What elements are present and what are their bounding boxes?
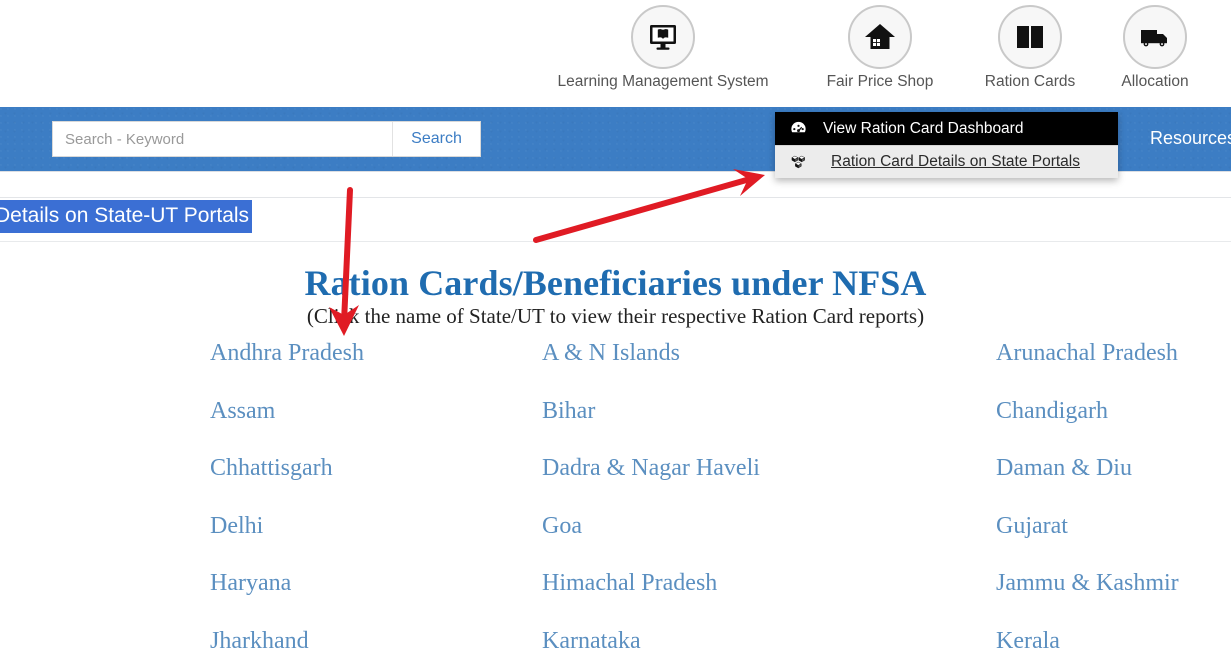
- state-link[interactable]: Chandigarh: [996, 398, 1108, 425]
- top-icon-bar: Learning Management System Fair Price Sh…: [0, 0, 1231, 107]
- table-row: Haryana Himachal Pradesh Jammu & Kashmir: [0, 570, 1231, 628]
- ration-cards-dropdown-menu: View Ration Card Dashboard Ration Card D…: [775, 112, 1118, 178]
- table-row: Jharkhand Karnataka Kerala: [0, 628, 1231, 668]
- monitor-book-icon: [631, 5, 695, 69]
- divider: [0, 197, 1231, 198]
- nav-item-home[interactable]: Home: [0, 20, 29, 42]
- topnav-item-learning-management-system[interactable]: Learning Management System: [543, 5, 783, 91]
- top-icon-list: Learning Management System Fair Price Sh…: [0, 0, 1231, 107]
- search-box: Search: [52, 121, 481, 157]
- state-link[interactable]: Andhra Pradesh: [210, 340, 364, 367]
- menu-item-label: View Ration Card Dashboard: [823, 119, 1024, 137]
- topnav-label: Learning Management System: [557, 73, 769, 90]
- state-link[interactable]: Kerala: [996, 628, 1060, 655]
- search-button[interactable]: Search: [392, 122, 480, 156]
- state-link[interactable]: Himachal Pradesh: [542, 570, 717, 597]
- page-subtitle: (Click the name of State/UT to view thei…: [306, 304, 925, 328]
- table-row: Delhi Goa Gujarat: [0, 513, 1231, 571]
- state-link[interactable]: Assam: [210, 398, 275, 425]
- state-link[interactable]: Daman & Diu: [996, 455, 1132, 482]
- state-link[interactable]: Chhattisgarh: [210, 455, 333, 482]
- table-row: Andhra Pradesh A & N Islands Arunachal P…: [0, 340, 1231, 398]
- topnav-label: Allocation: [1121, 73, 1189, 90]
- divider: [0, 241, 1231, 242]
- page-root: Learning Management System Fair Price Sh…: [0, 0, 1231, 668]
- dashboard-gauge-icon: [785, 119, 811, 138]
- state-link[interactable]: Dadra & Nagar Haveli: [542, 455, 760, 482]
- state-link[interactable]: Jharkhand: [210, 628, 309, 655]
- breadcrumb-selected-text: Details on State-UT Portals: [0, 200, 253, 234]
- state-link[interactable]: Jammu & Kashmir: [996, 570, 1179, 597]
- state-link[interactable]: Bihar: [542, 398, 595, 425]
- state-link[interactable]: Karnataka: [542, 628, 641, 655]
- state-link[interactable]: Gujarat: [996, 513, 1068, 540]
- nav-item-resources[interactable]: Resources: [1150, 128, 1231, 149]
- house-icon: [848, 5, 912, 69]
- state-link[interactable]: Goa: [542, 513, 582, 540]
- table-row: Assam Bihar Chandigarh: [0, 398, 1231, 456]
- stacked-boxes-icon: [785, 153, 811, 172]
- search-input[interactable]: [53, 122, 392, 156]
- state-link[interactable]: Haryana: [210, 570, 291, 597]
- table-row: Chhattisgarh Dadra & Nagar Haveli Daman …: [0, 455, 1231, 513]
- state-link[interactable]: A & N Islands: [542, 340, 680, 367]
- states-grid: Andhra Pradesh A & N Islands Arunachal P…: [0, 340, 1231, 668]
- page-title: Ration Cards/Beneficiaries under NFSA: [304, 263, 927, 303]
- truck-icon: [1123, 5, 1187, 69]
- topnav-item-allocation[interactable]: Allocation: [1035, 5, 1231, 91]
- menu-item-view-ration-card-dashboard[interactable]: View Ration Card Dashboard: [775, 112, 1118, 145]
- menu-item-label: Ration Card Details on State Portals: [831, 153, 1080, 170]
- state-link[interactable]: Delhi: [210, 513, 263, 540]
- menu-item-ration-card-details-on-state-portals[interactable]: Ration Card Details on State Portals: [775, 145, 1118, 178]
- state-link[interactable]: Arunachal Pradesh: [996, 340, 1178, 367]
